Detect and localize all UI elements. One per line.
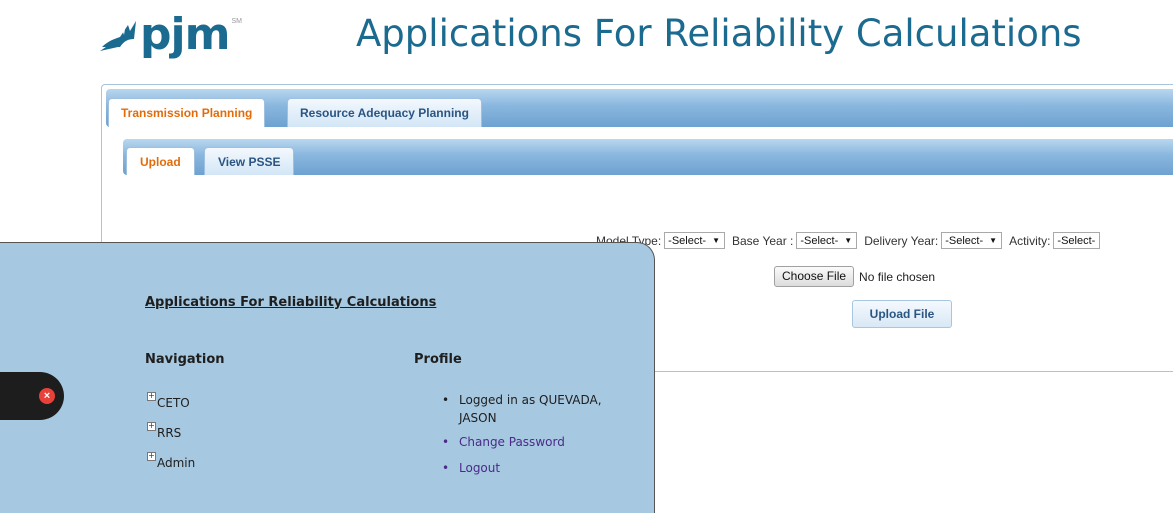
model-type-select[interactable]: -Select- ▼: [664, 232, 725, 249]
logo-service-mark: SM: [231, 18, 242, 25]
model-type-value: -Select-: [668, 234, 707, 247]
navigation-popup: Applications For Reliability Calculation…: [0, 242, 655, 513]
dropdown-arrow-icon: ▼: [989, 236, 998, 245]
nav-item-label[interactable]: Admin: [157, 456, 195, 470]
nav-item-label[interactable]: CETO: [157, 396, 190, 410]
tab-resource-adequacy-planning[interactable]: Resource Adequacy Planning: [287, 98, 482, 127]
delivery-year-label: Delivery Year:: [864, 233, 939, 248]
tab-view-psse[interactable]: View PSSE: [204, 147, 295, 175]
activity-value: -Select-: [1057, 234, 1096, 247]
nav-item-admin[interactable]: + Admin: [147, 449, 195, 479]
close-tab[interactable]: ×: [0, 372, 64, 420]
profile-heading: Profile: [414, 352, 462, 367]
logged-in-user: Logged in as QUEVADA, JASON: [442, 391, 632, 427]
nav-item-rrs[interactable]: + RRS: [147, 419, 195, 449]
file-status: No file chosen: [859, 269, 936, 284]
base-year-label: Base Year :: [731, 233, 794, 248]
upload-file-button[interactable]: Upload File: [852, 300, 952, 328]
dropdown-arrow-icon: ▼: [712, 236, 720, 245]
change-password-link[interactable]: Change Password: [442, 433, 632, 451]
activity-select[interactable]: -Select-: [1053, 232, 1101, 249]
main-tab-bar: Transmission Planning Resource Adequacy …: [106, 89, 1173, 127]
activity-label: Activity:: [1009, 233, 1051, 248]
tab-transmission-planning[interactable]: Transmission Planning: [108, 98, 266, 127]
pjm-logo-icon: [100, 21, 136, 51]
navigation-tree: + CETO + RRS + Admin: [147, 389, 195, 479]
choose-file-button[interactable]: Choose File: [774, 266, 855, 287]
plus-expander-icon[interactable]: +: [147, 452, 156, 461]
dropdown-arrow-icon: ▼: [844, 236, 853, 245]
navigation-heading: Navigation: [145, 352, 225, 367]
nav-item-label[interactable]: RRS: [157, 426, 181, 440]
file-input: Choose File No file chosen: [774, 266, 935, 287]
plus-expander-icon[interactable]: +: [147, 422, 156, 431]
tab-upload[interactable]: Upload: [126, 147, 195, 175]
profile-list: Logged in as QUEVADA, JASON Change Passw…: [442, 391, 632, 483]
filter-row: Model Type: -Select- ▼ Base Year : -Selec…: [596, 232, 1104, 249]
base-year-select[interactable]: -Select- ▼: [796, 232, 858, 249]
delivery-year-value: -Select-: [945, 234, 984, 247]
plus-expander-icon[interactable]: +: [147, 392, 156, 401]
logout-link[interactable]: Logout: [442, 459, 632, 477]
delivery-year-select[interactable]: -Select- ▼: [941, 232, 1003, 249]
popup-title[interactable]: Applications For Reliability Calculation…: [145, 295, 436, 310]
sub-tab-bar: Upload View PSSE: [123, 139, 1173, 175]
page-title: Applications For Reliability Calculation…: [356, 12, 1082, 55]
logo-text: pjm: [140, 9, 230, 60]
nav-item-ceto[interactable]: + CETO: [147, 389, 195, 419]
base-year-value: -Select-: [800, 234, 839, 247]
close-icon[interactable]: ×: [39, 388, 55, 404]
pjm-logo: pjm SM: [98, 9, 242, 60]
